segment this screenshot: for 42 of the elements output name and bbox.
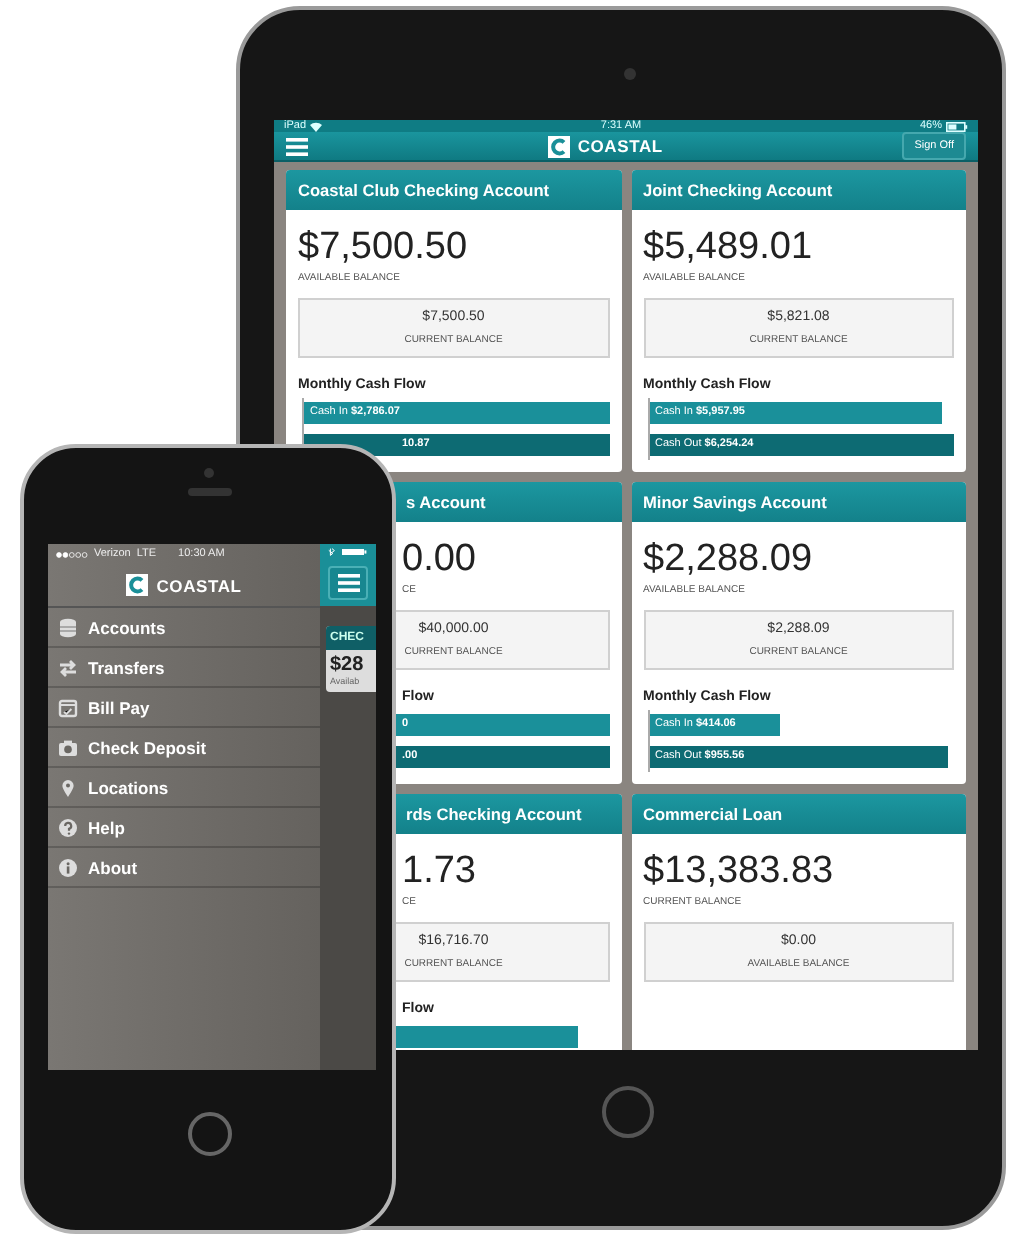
- bluetooth-battery-icon: [328, 548, 368, 556]
- logo-icon: [126, 574, 149, 596]
- logo-icon: [547, 135, 570, 157]
- transfer-arrows-icon: [58, 658, 78, 677]
- balance-amount: 1.73: [402, 852, 476, 892]
- menu-icon[interactable]: [337, 574, 359, 592]
- menu-button[interactable]: [328, 566, 368, 600]
- menu-item[interactable]: About: [48, 848, 320, 888]
- signal-icon: [56, 551, 88, 557]
- help-icon: [59, 818, 77, 836]
- menu-item[interactable]: Check Deposit: [48, 728, 320, 768]
- camera-dot: [204, 468, 214, 478]
- wifi-icon: [310, 121, 323, 131]
- card-title: Commercial Loan: [643, 804, 783, 824]
- calendar-icon: [58, 698, 78, 717]
- balance-amount: $2,288.09: [643, 540, 813, 580]
- home-button[interactable]: [602, 1086, 654, 1138]
- menu-icon[interactable]: [286, 137, 308, 155]
- menu-item[interactable]: Accounts: [48, 608, 320, 648]
- balance-amount: $5,489.01: [643, 228, 813, 268]
- menu-item[interactable]: Locations: [48, 768, 320, 808]
- database-icon: [59, 617, 77, 637]
- brand-name: COASTAL: [156, 575, 242, 595]
- home-button[interactable]: [188, 1112, 232, 1156]
- battery-icon: [946, 121, 968, 131]
- menu-item[interactable]: Bill Pay: [48, 688, 320, 728]
- balance-amount: $7,500.50: [298, 228, 468, 268]
- balance-amount: $13,383.83: [643, 852, 834, 892]
- camera-icon: [59, 739, 77, 755]
- card-title: rds Checking Account: [406, 804, 582, 824]
- info-icon: [59, 858, 77, 876]
- balance-amount: $28: [328, 652, 366, 676]
- camera-dot: [624, 68, 636, 80]
- card-title: Joint Checking Account: [643, 180, 833, 200]
- menu-item[interactable]: Help: [48, 808, 320, 848]
- card-title: s Account: [406, 492, 486, 512]
- card-title: Minor Savings Account: [643, 492, 827, 512]
- map-pin-icon: [62, 779, 74, 796]
- balance-amount: 0.00: [402, 540, 476, 580]
- menu-item[interactable]: Transfers: [48, 648, 320, 688]
- brand-name: COASTAL: [577, 136, 663, 156]
- card-title: Coastal Club Checking Account: [298, 180, 550, 200]
